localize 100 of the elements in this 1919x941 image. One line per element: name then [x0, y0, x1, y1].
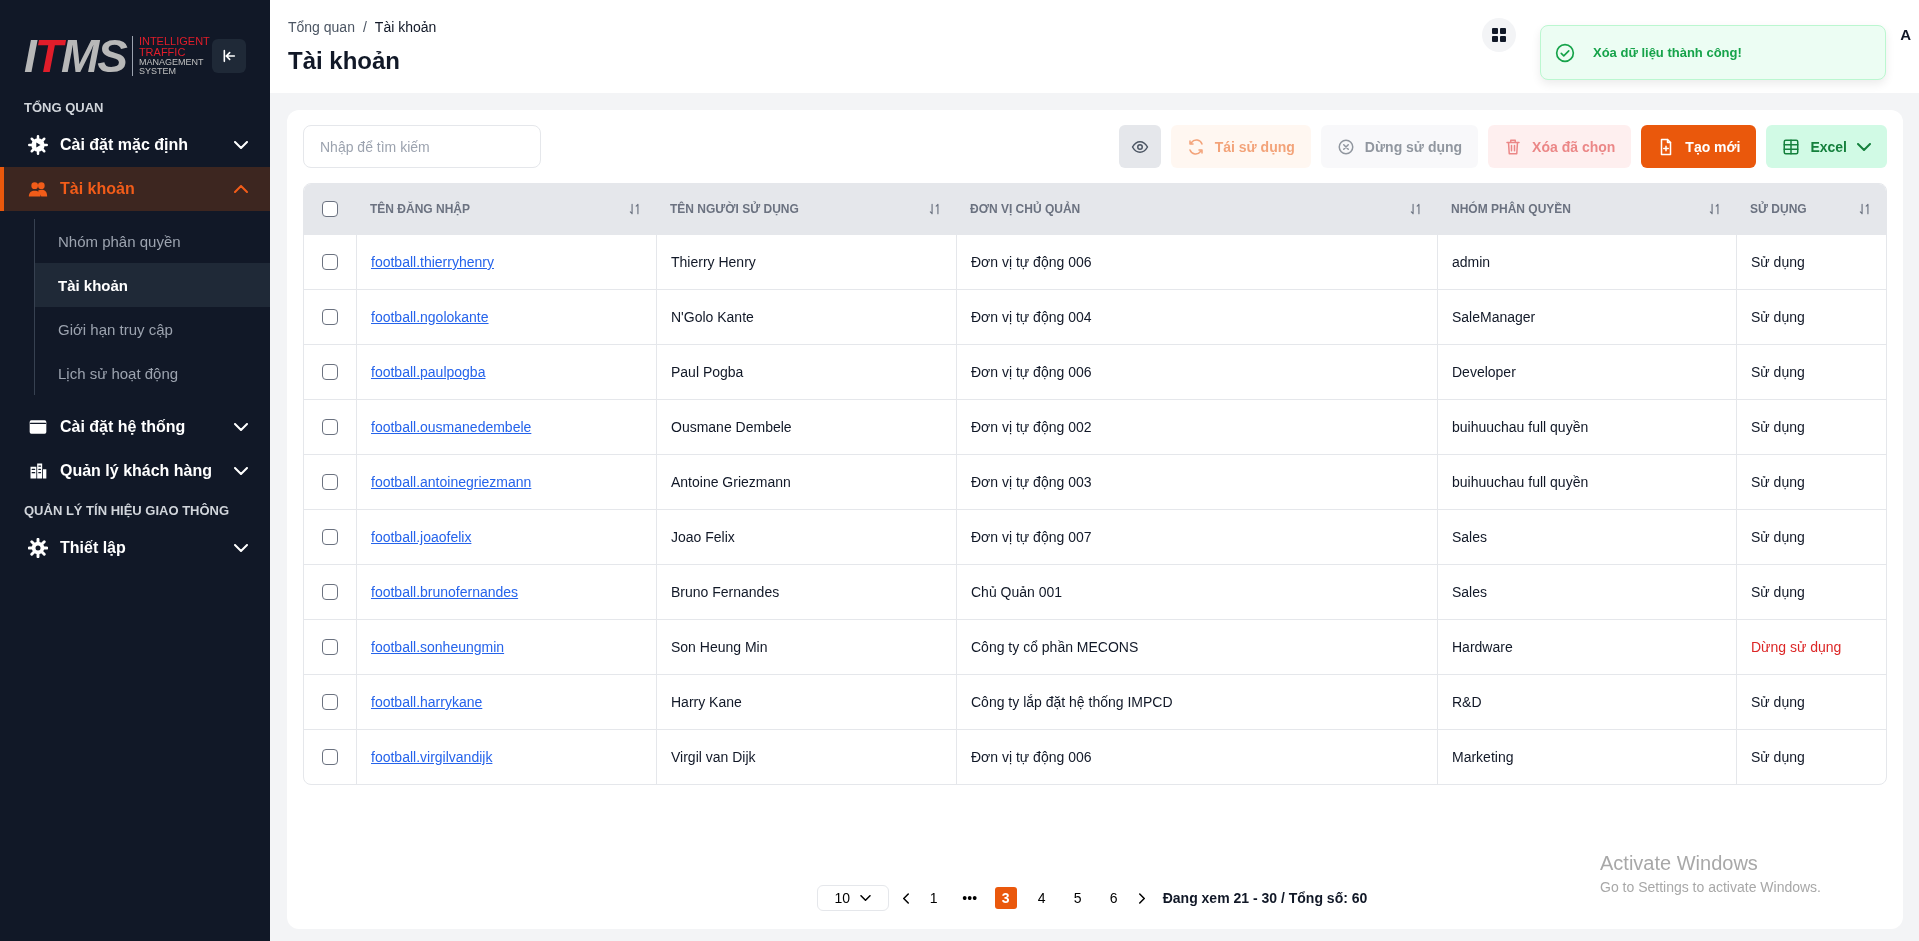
- gear-icon: [28, 135, 48, 155]
- row-checkbox[interactable]: [322, 529, 338, 545]
- page-button[interactable]: 1: [922, 887, 945, 909]
- table-cell: Joao Felix: [671, 529, 735, 545]
- username-link[interactable]: football.paulpogba: [371, 364, 486, 380]
- table-cell: Công ty lắp đặt hệ thống IMPCD: [971, 694, 1173, 710]
- username-link[interactable]: football.brunofernandes: [371, 584, 519, 600]
- row-checkbox[interactable]: [322, 309, 338, 325]
- row-checkbox[interactable]: [322, 474, 338, 490]
- sort-icon[interactable]: [1708, 202, 1722, 216]
- status-text: Sử dụng: [1751, 749, 1805, 765]
- toast-message: Xóa dữ liệu thành công!: [1593, 45, 1742, 60]
- table-cell: Sales: [1452, 584, 1488, 600]
- activation-title: Activate Windows: [1600, 852, 1759, 875]
- table-cell: Đơn vị tự động 007: [971, 529, 1092, 545]
- chevron-left-icon: [902, 892, 909, 904]
- table-cell: Ousmane Dembele: [671, 419, 792, 435]
- chevron-right-icon: [1138, 892, 1145, 904]
- collapse-button[interactable]: [212, 39, 246, 73]
- search-field[interactable]: Nhập để tìm kiếm: [303, 125, 541, 168]
- table-cell: Đơn vị tự động 002: [971, 419, 1092, 435]
- submenu-item[interactable]: Nhóm phân quyền: [35, 219, 270, 263]
- sort-icon[interactable]: [1858, 202, 1872, 216]
- check-circle-icon: [1555, 42, 1575, 63]
- table-cell: Đơn vị tự động 006: [971, 254, 1092, 270]
- submenu-item[interactable]: Tài khoản: [35, 263, 270, 307]
- status-text: Sử dụng: [1751, 529, 1805, 545]
- next-page-button[interactable]: [1138, 892, 1145, 904]
- table-cell: admin: [1452, 254, 1491, 270]
- table-cell: Paul Pogba: [671, 364, 744, 380]
- page-title: Tài khoản: [288, 46, 402, 75]
- nav-item[interactable]: Tài khoản: [0, 167, 270, 211]
- grid-icon: [1492, 27, 1507, 42]
- row-checkbox[interactable]: [322, 419, 338, 435]
- table-cell: N'Golo Kante: [671, 309, 754, 325]
- logo: ITMS INTELLIGENT TRAFFIC MANAGEMENT SYSTEM: [24, 33, 210, 79]
- table-cell: Bruno Fernandes: [671, 584, 780, 600]
- page-size-select[interactable]: 10: [816, 885, 889, 911]
- breadcrumb-item[interactable]: Tổng quan: [288, 18, 355, 35]
- view-button[interactable]: [1118, 125, 1161, 168]
- username-link[interactable]: football.thierryhenry: [371, 254, 494, 270]
- column-header[interactable]: TÊN ĐĂNG NHẬP: [370, 202, 470, 216]
- submenu-item[interactable]: Giới hạn truy cập: [35, 307, 270, 351]
- sort-icon[interactable]: [628, 202, 642, 216]
- status-text: Sử dụng: [1751, 254, 1805, 270]
- chevron-down-icon: [859, 895, 871, 901]
- table-cell: Công ty cổ phần MECONS: [971, 639, 1139, 655]
- row-checkbox[interactable]: [322, 749, 338, 765]
- column-header[interactable]: SỬ DỤNG: [1750, 202, 1807, 216]
- settings-icon: [28, 538, 48, 558]
- breadcrumb-item: Tài khoản: [374, 18, 437, 35]
- username-link[interactable]: football.antoinegriezmann: [371, 474, 532, 490]
- row-checkbox[interactable]: [322, 694, 338, 710]
- page-button[interactable]: 5: [1066, 887, 1089, 909]
- user-name: A: [1900, 26, 1911, 43]
- spreadsheet-icon: [1782, 137, 1801, 156]
- status-text: Sử dụng: [1751, 364, 1805, 380]
- apps-button[interactable]: [1482, 17, 1517, 52]
- page-button[interactable]: 4: [1030, 887, 1053, 909]
- username-link[interactable]: football.virgilvandijk: [371, 749, 493, 765]
- status-text: Sử dụng: [1751, 309, 1805, 325]
- export-button[interactable]: Excel: [1766, 125, 1887, 168]
- submenu-item[interactable]: Lịch sử hoạt động: [35, 351, 270, 395]
- username-link[interactable]: football.ngolokante: [371, 309, 489, 325]
- status-text: Sử dụng: [1751, 474, 1805, 490]
- sort-icon[interactable]: [928, 202, 942, 216]
- username-link[interactable]: football.sonheungmin: [371, 639, 505, 655]
- row-checkbox[interactable]: [322, 639, 338, 655]
- row-checkbox[interactable]: [322, 584, 338, 600]
- nav-item[interactable]: Quản lý khách hàng: [0, 449, 270, 493]
- row-checkbox[interactable]: [322, 364, 338, 380]
- nav-item[interactable]: Cài đặt mặc định: [0, 123, 270, 167]
- collapse-icon: [221, 48, 237, 64]
- select-all-checkbox[interactable]: [322, 201, 338, 217]
- previous-page-button[interactable]: [902, 892, 909, 904]
- chevron-down-icon: [1857, 142, 1871, 151]
- column-header[interactable]: TÊN NGƯỜI SỬ DỤNG: [670, 202, 799, 216]
- row-checkbox[interactable]: [322, 254, 338, 270]
- breadcrumb-separator: /: [362, 18, 367, 35]
- username-link[interactable]: football.joaofelix: [371, 529, 472, 545]
- nav-section-label: QUẢN LÝ TÍN HIỆU GIAO THÔNG: [23, 502, 231, 520]
- table-cell: Đơn vị tự động 006: [971, 364, 1092, 380]
- username-link[interactable]: football.ousmanedembele: [371, 419, 532, 435]
- page-button[interactable]: 6: [1102, 887, 1125, 909]
- username-link[interactable]: football.harrykane: [371, 694, 483, 710]
- table-cell: Developer: [1452, 364, 1516, 380]
- table-cell: Hardware: [1452, 639, 1513, 655]
- page-button[interactable]: 3: [994, 887, 1017, 909]
- status-text: Sử dụng: [1751, 419, 1805, 435]
- page-button[interactable]: •••: [958, 887, 981, 909]
- create-button[interactable]: Tạo mới: [1641, 125, 1757, 168]
- nav-item[interactable]: Thiết lập: [0, 526, 270, 570]
- table-cell: Son Heung Min: [671, 639, 768, 655]
- buildings-icon: [28, 461, 48, 481]
- users-icon: [28, 179, 48, 199]
- nav-item[interactable]: Cài đặt hệ thống: [0, 405, 270, 449]
- column-header[interactable]: NHÓM PHÂN QUYỀN: [1451, 202, 1571, 216]
- circle-x-icon: [1336, 137, 1355, 156]
- column-header[interactable]: ĐƠN VỊ CHỦ QUẢN: [970, 202, 1081, 216]
- sort-icon[interactable]: [1409, 202, 1423, 216]
